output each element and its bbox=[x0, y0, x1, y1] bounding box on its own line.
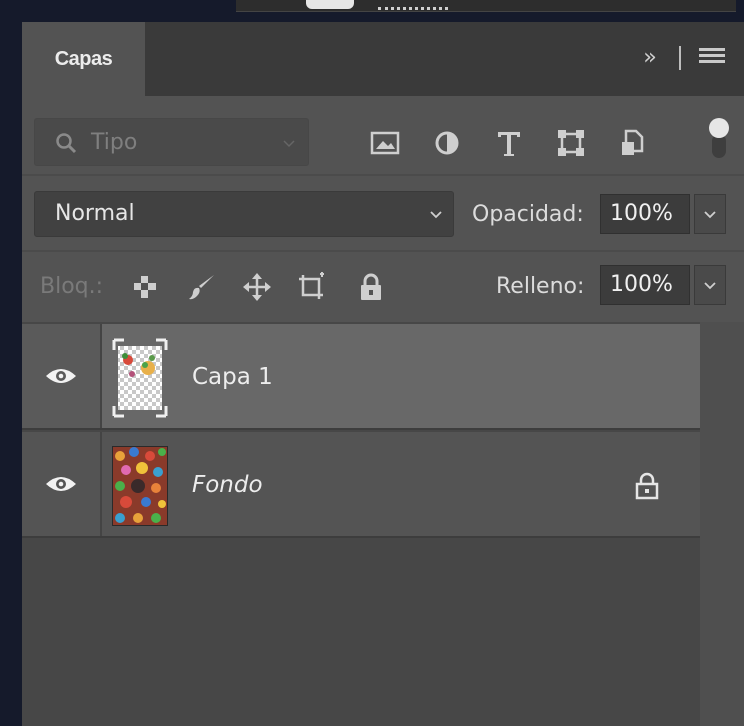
lock-artboard-icon[interactable] bbox=[294, 270, 328, 304]
layer-row[interactable]: Capa 1 bbox=[22, 324, 700, 430]
opacity-dropdown[interactable] bbox=[694, 194, 726, 234]
fill-input[interactable]: 100% bbox=[600, 265, 690, 305]
search-icon bbox=[56, 133, 77, 154]
layers-list: Capa 1 Fondo bbox=[22, 322, 744, 726]
divider bbox=[22, 174, 744, 176]
chevron-down-icon bbox=[430, 211, 442, 219]
panel-tabbar: Capas ›› bbox=[22, 22, 744, 96]
visibility-toggle[interactable] bbox=[22, 324, 102, 428]
tab-divider bbox=[679, 46, 681, 70]
fill-dropdown[interactable] bbox=[694, 265, 726, 305]
panel-menu-icon[interactable] bbox=[699, 48, 725, 68]
layer-thumbnail bbox=[112, 446, 168, 526]
eye-icon bbox=[46, 369, 76, 383]
smart-object-filter-icon[interactable] bbox=[616, 126, 650, 160]
filter-type-label: Tipo bbox=[91, 130, 138, 155]
chevron-down-icon bbox=[283, 140, 295, 148]
layer-thumbnail bbox=[112, 338, 168, 418]
type-filter-icon[interactable] bbox=[492, 126, 526, 160]
lock-label: Bloq.: bbox=[40, 274, 104, 299]
chevron-down-icon bbox=[704, 211, 716, 219]
shape-filter-icon[interactable] bbox=[554, 126, 588, 160]
image-filter-icon[interactable] bbox=[368, 126, 402, 160]
layer-name[interactable]: Fondo bbox=[192, 472, 263, 498]
blend-mode-value: Normal bbox=[55, 201, 135, 226]
lock-icon bbox=[635, 472, 659, 500]
layer-name[interactable]: Capa 1 bbox=[192, 364, 273, 390]
lock-image-icon[interactable] bbox=[185, 270, 219, 304]
filter-toggle-knob bbox=[709, 118, 729, 138]
layer-filter-select[interactable]: Tipo bbox=[34, 118, 309, 166]
upper-panel-text-fragment bbox=[378, 2, 448, 10]
lock-position-icon[interactable] bbox=[240, 270, 274, 304]
tab-capas[interactable]: Capas bbox=[22, 22, 145, 96]
lock-all-icon[interactable] bbox=[354, 270, 388, 304]
layers-panel: Capas ›› Tipo Normal Opacidad: 100% Bloq… bbox=[22, 22, 744, 726]
scroll-gutter bbox=[700, 322, 744, 726]
divider bbox=[22, 250, 744, 252]
upper-panel-shape bbox=[306, 0, 354, 9]
top-strip bbox=[0, 0, 744, 22]
opacity-label: Opacidad: bbox=[472, 202, 584, 227]
fill-label: Relleno: bbox=[496, 274, 585, 299]
adjustment-filter-icon[interactable] bbox=[430, 126, 464, 160]
lock-transparent-icon[interactable] bbox=[128, 270, 162, 304]
eye-icon bbox=[46, 477, 76, 491]
opacity-input[interactable]: 100% bbox=[600, 194, 690, 234]
filter-toggle[interactable] bbox=[709, 118, 729, 160]
blend-mode-select[interactable]: Normal bbox=[34, 191, 454, 237]
layer-row[interactable]: Fondo bbox=[22, 432, 700, 538]
chevron-down-icon bbox=[704, 282, 716, 290]
visibility-toggle[interactable] bbox=[22, 432, 102, 536]
expand-chevrons-icon[interactable]: ›› bbox=[634, 44, 662, 72]
